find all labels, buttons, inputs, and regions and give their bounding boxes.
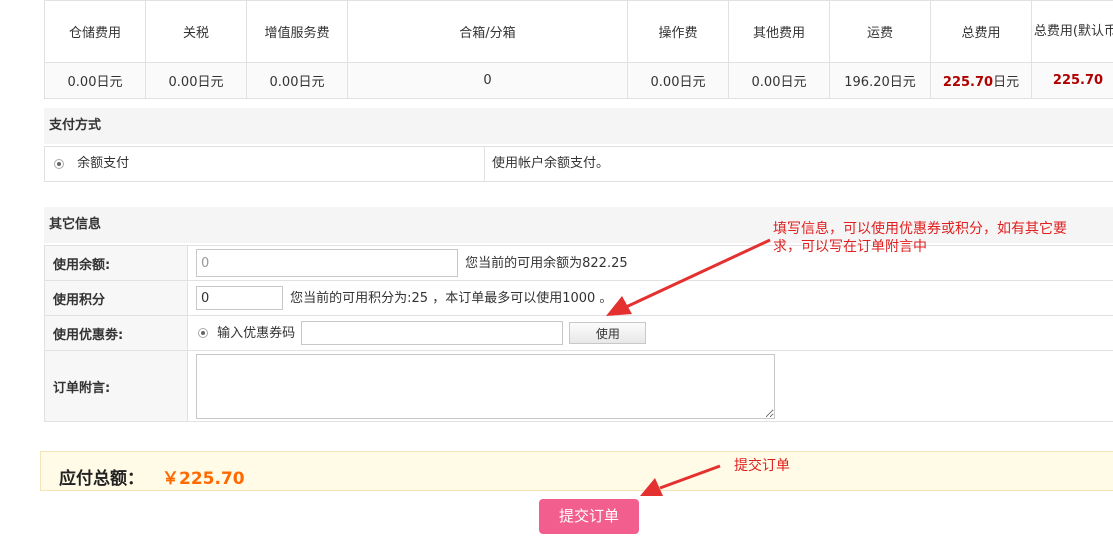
arrow-to-points-icon — [606, 238, 771, 316]
annotation-arrows — [606, 238, 771, 496]
arrow-to-submit-icon — [640, 464, 721, 496]
